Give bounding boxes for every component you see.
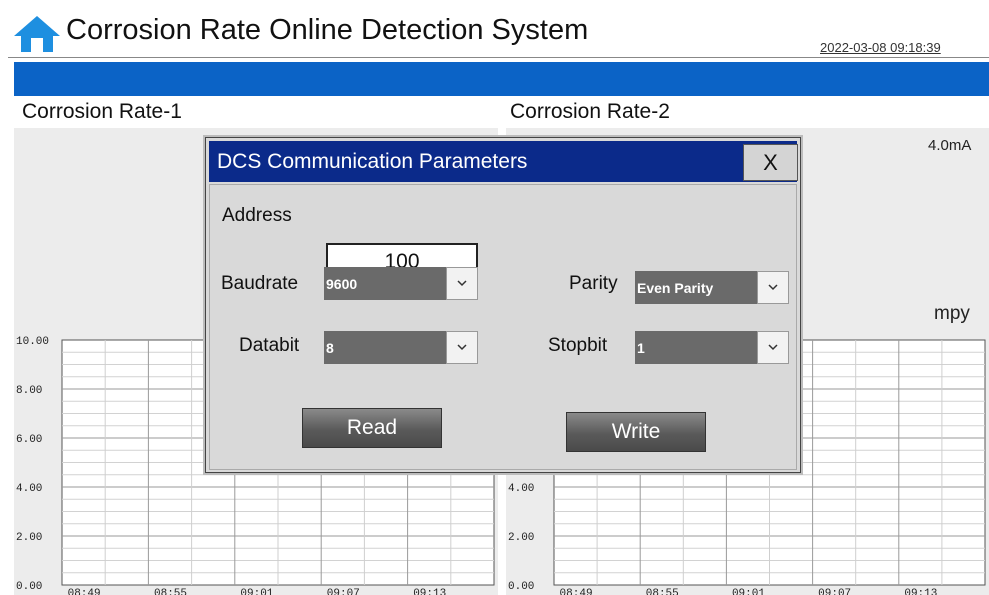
chevron-down-icon[interactable] (446, 267, 478, 300)
x-tick-label: 08:55 (154, 588, 187, 595)
baudrate-select[interactable]: 9600 (324, 267, 478, 300)
databit-select[interactable]: 8 (324, 331, 478, 364)
y-tick-label: 8.00 (16, 385, 42, 397)
parity-select[interactable]: Even Parity (635, 271, 789, 304)
x-tick-label: 09:01 (732, 588, 765, 595)
stopbit-label: Stopbit (548, 335, 608, 356)
stopbit-select[interactable]: 1 (635, 331, 789, 364)
write-button[interactable]: Write (566, 412, 706, 452)
panel-title-corrosion-rate-1: Corrosion Rate-1 (22, 100, 182, 123)
parity-label: Parity (569, 273, 618, 294)
datetime-display: 2022-03-08 09:18:39 (820, 40, 941, 55)
dialog-title: DCS Communication Parameters (217, 150, 528, 173)
chevron-down-icon[interactable] (446, 331, 478, 364)
home-icon[interactable] (12, 14, 62, 54)
x-tick-label: 08:49 (560, 588, 593, 595)
current-readout: 4.0mA (928, 137, 972, 154)
chevron-down-icon[interactable] (757, 331, 789, 364)
app-title: Corrosion Rate Online Detection System (66, 14, 589, 46)
baudrate-value: 9600 (326, 276, 358, 292)
dcs-communication-dialog: DCS Communication Parameters X Address 1… (205, 137, 801, 473)
dialog-body: Address 100 Baudrate 9600 Parity Even Pa… (209, 184, 797, 470)
panel-title-corrosion-rate-2: Corrosion Rate-2 (510, 100, 670, 123)
app-header: Corrosion Rate Online Detection System 2… (0, 0, 989, 58)
y-tick-label: 0.00 (508, 581, 534, 593)
databit-value: 8 (326, 340, 334, 356)
x-tick-label: 08:49 (68, 588, 101, 595)
y-tick-label: 4.00 (16, 483, 42, 495)
databit-label: Databit (239, 335, 300, 356)
x-tick-label: 09:01 (240, 588, 273, 595)
y-tick-label: 0.00 (16, 581, 42, 593)
y-tick-label: 6.00 (16, 434, 42, 446)
x-tick-label: 08:55 (646, 588, 679, 595)
header-divider (8, 57, 989, 58)
x-tick-label: 09:13 (904, 588, 937, 595)
address-label: Address (222, 205, 292, 226)
stopbit-value: 1 (637, 340, 645, 356)
unit-label: mpy (934, 303, 970, 324)
x-tick-label: 09:13 (413, 588, 446, 595)
read-button[interactable]: Read (302, 408, 442, 448)
dialog-titlebar[interactable]: DCS Communication Parameters X (209, 141, 798, 182)
baudrate-label: Baudrate (221, 273, 299, 294)
y-tick-label: 2.00 (508, 532, 534, 544)
nav-bar (14, 62, 989, 96)
x-tick-label: 09:07 (818, 588, 851, 595)
x-tick-label: 09:07 (327, 588, 360, 595)
parity-value: Even Parity (637, 280, 714, 296)
y-tick-label: 4.00 (508, 483, 534, 495)
y-tick-label: 10.00 (16, 336, 49, 348)
y-tick-label: 2.00 (16, 532, 42, 544)
close-button[interactable]: X (743, 144, 798, 181)
chevron-down-icon[interactable] (757, 271, 789, 304)
